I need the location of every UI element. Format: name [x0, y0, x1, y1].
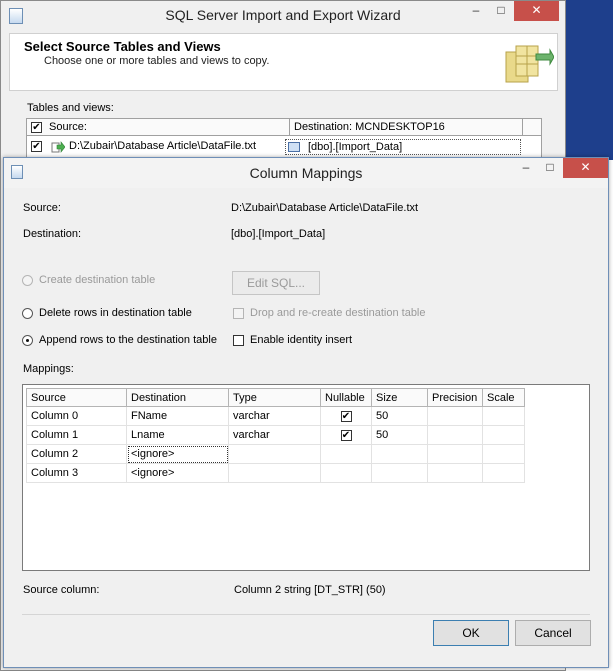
edit-sql-button[interactable]: Edit SQL...	[232, 271, 320, 295]
mappings-header-row: Source Destination Type Nullable Size Pr…	[26, 388, 525, 407]
col-precision[interactable]: Precision	[427, 388, 483, 407]
table-row-source: D:\Zubair\Database Article\DataFile.txt	[69, 140, 257, 152]
row-size[interactable]	[371, 444, 428, 464]
mappings-grid: Source Destination Type Nullable Size Pr…	[22, 384, 590, 571]
source-column-label: Source column:	[23, 584, 100, 596]
table-row[interactable]: Column 0 FName varchar 50	[26, 406, 525, 426]
tables-col-destination: Destination: MCNDESKTOP16	[289, 119, 445, 135]
row-nullable[interactable]	[320, 406, 372, 426]
table-row[interactable]: D:\Zubair\Database Article\DataFile.txt …	[27, 137, 541, 157]
row-scale[interactable]	[482, 444, 525, 464]
col-scale[interactable]: Scale	[482, 388, 525, 407]
delete-rows-radio[interactable]	[22, 308, 33, 319]
cancel-button[interactable]: Cancel	[515, 620, 591, 646]
drop-recreate-checkbox[interactable]	[233, 308, 244, 319]
row-type[interactable]: varchar	[228, 425, 321, 445]
row-source: Column 0	[26, 406, 127, 426]
dialog-close-button[interactable]: ✕	[563, 158, 608, 178]
nullable-checkbox[interactable]	[340, 429, 352, 441]
col-destination[interactable]: Destination	[126, 388, 229, 407]
wizard-maximize-button[interactable]: □	[489, 1, 513, 21]
source-label: Source:	[23, 202, 61, 214]
row-size[interactable]	[371, 463, 428, 483]
row-precision[interactable]	[427, 444, 483, 464]
destination-label: Destination:	[23, 228, 82, 240]
row-size[interactable]: 50	[371, 425, 428, 445]
table-row-destination[interactable]: [dbo].[Import_Data]	[285, 139, 521, 155]
tables-grid-header: Source: Destination: MCNDESKTOP16	[27, 119, 541, 136]
source-value: D:\Zubair\Database Article\DataFile.txt	[231, 202, 419, 214]
wizard-tables-icon	[505, 45, 554, 83]
mappings-label: Mappings:	[23, 363, 74, 375]
row-precision[interactable]	[427, 425, 483, 445]
row-destination[interactable]: FName	[126, 406, 229, 426]
row-destination[interactable]: <ignore>	[126, 463, 229, 483]
row-type[interactable]	[228, 444, 321, 464]
row-scale[interactable]	[482, 463, 525, 483]
dialog-titlebar: Column Mappings – □ ✕	[4, 158, 608, 188]
drop-recreate-label: Drop and re-create destination table	[250, 307, 426, 319]
wizard-header: Select Source Tables and Views Choose on…	[9, 33, 558, 91]
dialog-minimize-button[interactable]: –	[514, 158, 538, 178]
nullable-checkbox[interactable]	[340, 410, 352, 422]
dialog-maximize-button[interactable]: □	[538, 158, 562, 178]
col-source[interactable]: Source	[26, 388, 127, 407]
row-source: Column 3	[26, 463, 127, 483]
wizard-page-title: Select Source Tables and Views	[24, 39, 221, 54]
append-rows-label: Append rows to the destination table	[39, 334, 217, 346]
destination-value: [dbo].[Import_Data]	[231, 228, 326, 240]
wizard-titlebar: SQL Server Import and Export Wizard – □ …	[1, 1, 565, 31]
row-scale[interactable]	[482, 406, 525, 426]
create-table-radio[interactable]	[22, 275, 33, 286]
row-destination[interactable]: <ignore>	[126, 444, 229, 464]
footer-divider	[22, 614, 590, 615]
mappings-table: Source Destination Type Nullable Size Pr…	[26, 388, 525, 483]
table-row[interactable]: Column 2 <ignore>	[26, 444, 525, 464]
table-row[interactable]: Column 3 <ignore>	[26, 463, 525, 483]
create-table-label: Create destination table	[39, 274, 156, 286]
row-nullable[interactable]	[320, 425, 372, 445]
row-scale[interactable]	[482, 425, 525, 445]
ok-button[interactable]: OK	[433, 620, 509, 646]
row-source: Column 1	[26, 425, 127, 445]
row-source: Column 2	[26, 444, 127, 464]
delete-rows-label: Delete rows in destination table	[39, 307, 192, 319]
tables-col-source: Source:	[49, 121, 87, 133]
select-all-checkbox[interactable]	[31, 122, 42, 133]
row-type[interactable]	[228, 463, 321, 483]
col-nullable[interactable]: Nullable	[320, 388, 372, 407]
source-table-arrow-icon	[51, 141, 65, 153]
tables-and-views-label: Tables and views:	[27, 102, 114, 114]
desktop-background	[566, 0, 613, 160]
identity-insert-label: Enable identity insert	[250, 334, 353, 346]
row-destination[interactable]: Lname	[126, 425, 229, 445]
source-column-value: Column 2 string [DT_STR] (50)	[234, 584, 386, 596]
wizard-close-button[interactable]: ✕	[514, 1, 559, 21]
row-type[interactable]: varchar	[228, 406, 321, 426]
table-row[interactable]: Column 1 Lname varchar 50	[26, 425, 525, 445]
tables-and-views-grid: Source: Destination: MCNDESKTOP16 D:\Zub…	[26, 118, 542, 158]
row-nullable[interactable]	[320, 444, 372, 464]
row-precision[interactable]	[427, 406, 483, 426]
col-type[interactable]: Type	[228, 388, 321, 407]
table-row-checkbox[interactable]	[31, 141, 42, 152]
append-rows-radio[interactable]	[22, 335, 33, 346]
column-mappings-dialog: Column Mappings – □ ✕ Source: D:\Zubair\…	[3, 157, 609, 668]
col-size[interactable]: Size	[371, 388, 428, 407]
identity-insert-checkbox[interactable]	[233, 335, 244, 346]
wizard-minimize-button[interactable]: –	[464, 1, 488, 21]
tables-col-divider	[522, 119, 523, 135]
wizard-page-subtitle: Choose one or more tables and views to c…	[44, 55, 270, 67]
row-nullable[interactable]	[320, 463, 372, 483]
row-precision[interactable]	[427, 463, 483, 483]
row-size[interactable]: 50	[371, 406, 428, 426]
